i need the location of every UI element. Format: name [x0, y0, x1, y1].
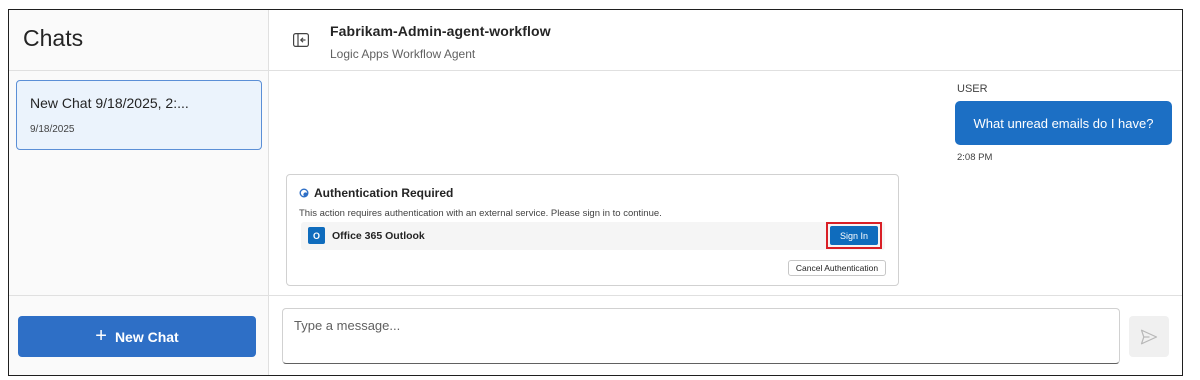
- outlook-icon: O: [308, 227, 325, 244]
- service-name: Office 365 Outlook: [332, 230, 425, 242]
- cancel-authentication-button[interactable]: Cancel Authentication: [788, 260, 886, 276]
- new-chat-label: New Chat: [114, 328, 179, 345]
- app-window: Chats New Chat 9/18/2025, 2:... 9/18/202…: [8, 9, 1183, 376]
- auth-card-description: This action requires authentication with…: [299, 208, 662, 219]
- sidebar-header: Chats: [9, 10, 268, 71]
- message-input[interactable]: [282, 308, 1120, 364]
- chat-list-item[interactable]: New Chat 9/18/2025, 2:... 9/18/2025: [16, 80, 262, 150]
- chat-item-date: 9/18/2025: [30, 124, 75, 135]
- new-chat-button[interactable]: + New Chat: [18, 316, 256, 357]
- plus-icon: +: [95, 324, 107, 347]
- chat-item-title: New Chat 9/18/2025, 2:...: [30, 95, 189, 111]
- user-label: USER: [957, 83, 988, 95]
- sidebar-footer: + New Chat: [9, 295, 268, 375]
- auth-card-header: Authentication Required: [299, 186, 453, 200]
- send-icon: [1140, 329, 1158, 344]
- chat-sidebar: Chats New Chat 9/18/2025, 2:... 9/18/202…: [9, 10, 269, 375]
- auth-card-title: Authentication Required: [314, 186, 454, 200]
- service-row: O Office 365 Outlook: [301, 222, 885, 250]
- workflow-subtitle: Logic Apps Workflow Agent: [330, 47, 476, 61]
- sidebar-title: Chats: [23, 25, 84, 51]
- conversation-header: Fabrikam-Admin-agent-workflow Logic Apps…: [269, 10, 1182, 71]
- send-button[interactable]: [1129, 316, 1169, 357]
- message-composer: [269, 295, 1182, 375]
- user-message-bubble: What unread emails do I have?: [955, 101, 1172, 145]
- sign-in-button[interactable]: Sign In: [830, 226, 878, 245]
- authentication-card: Authentication Required This action requ…: [286, 174, 899, 286]
- message-timestamp: 2:08 PM: [957, 152, 993, 163]
- workflow-title: Fabrikam-Admin-agent-workflow: [330, 23, 551, 39]
- auth-status-icon: [299, 188, 309, 198]
- panel-collapse-icon[interactable]: [293, 33, 309, 47]
- chat-main: Fabrikam-Admin-agent-workflow Logic Apps…: [269, 10, 1182, 375]
